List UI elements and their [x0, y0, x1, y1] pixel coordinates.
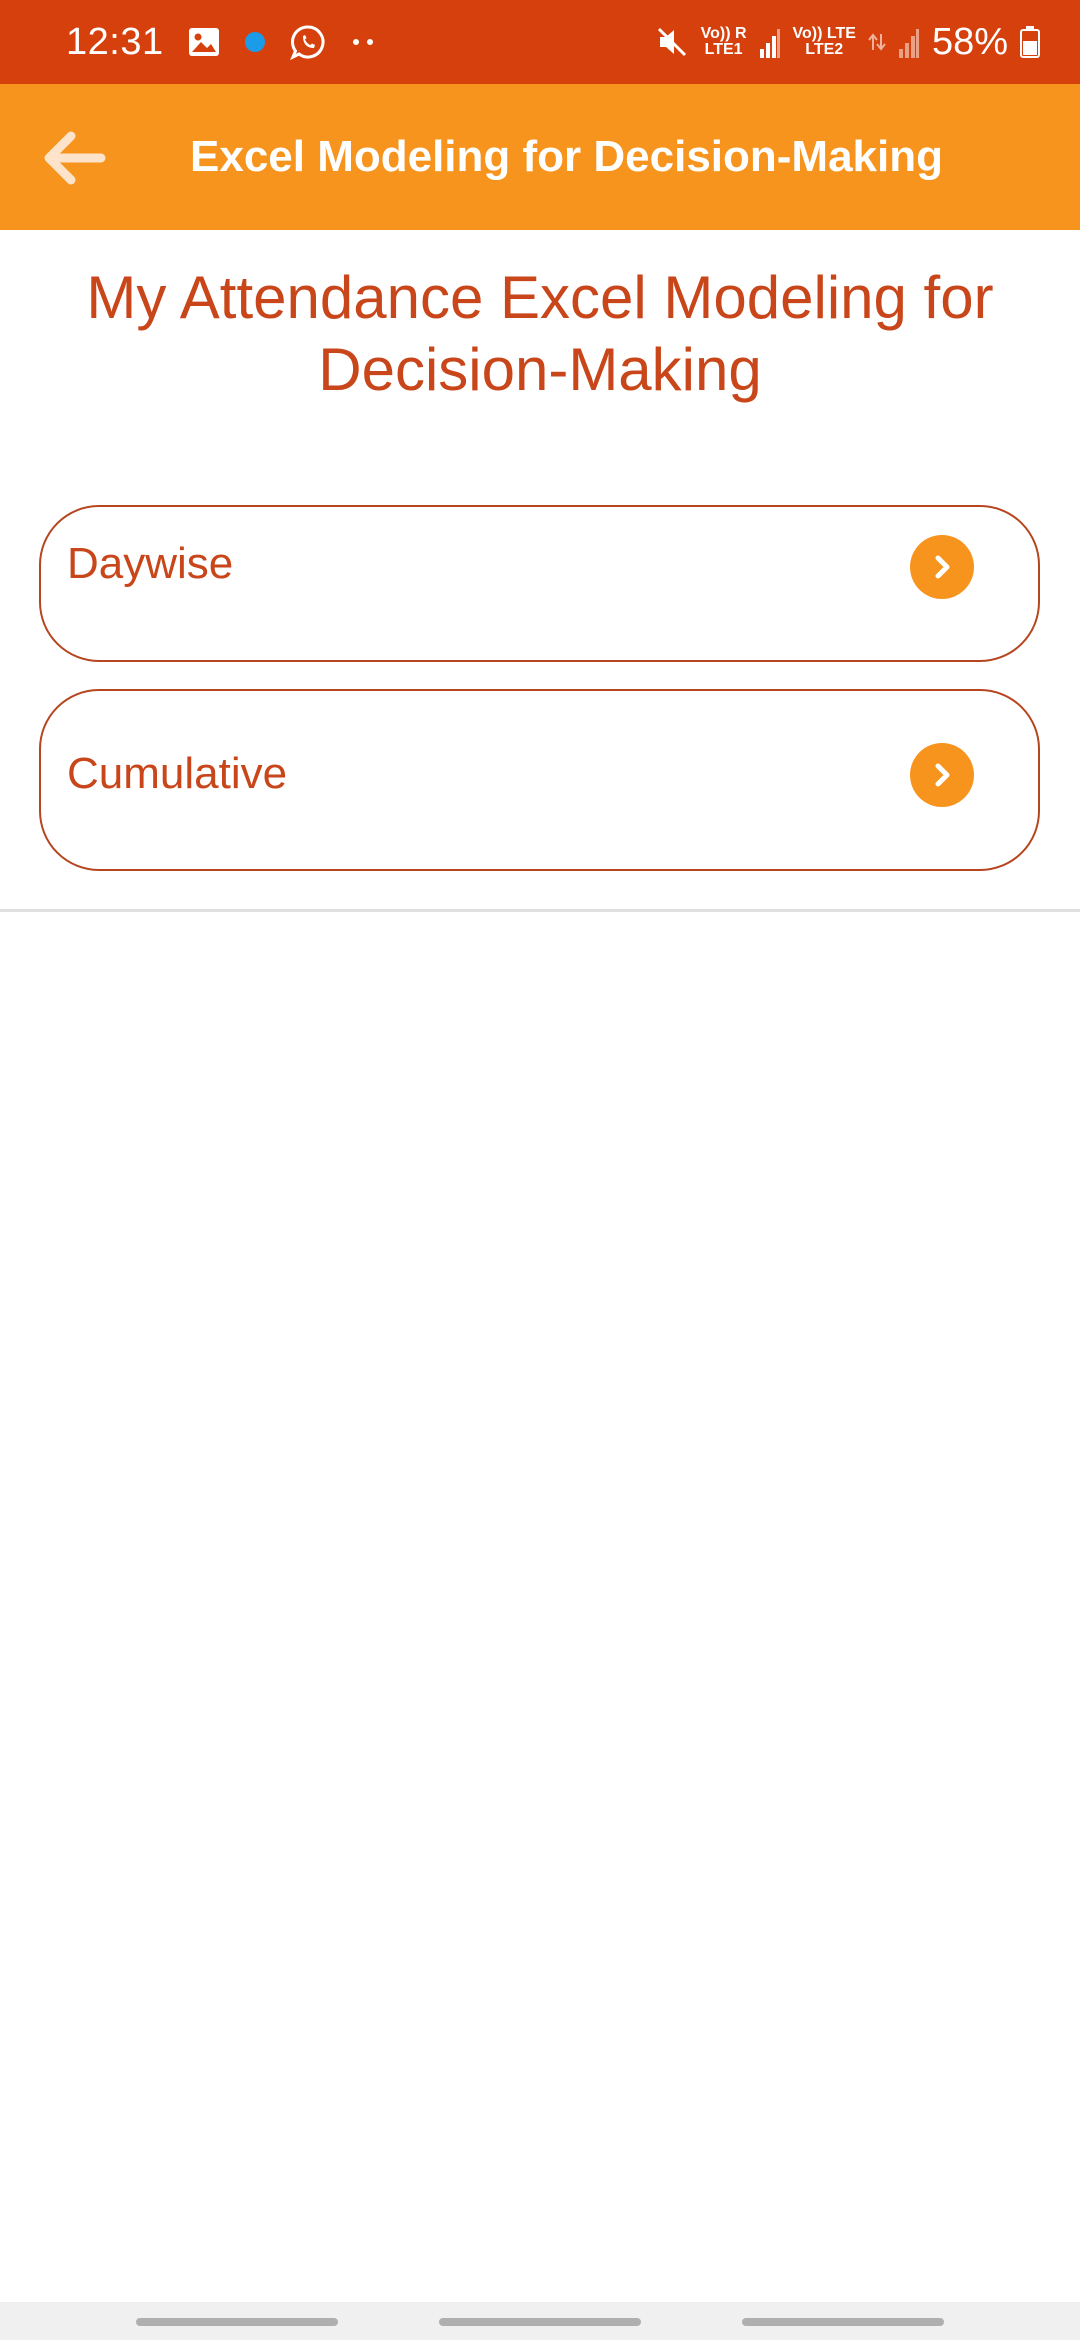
battery-icon [1020, 26, 1040, 58]
status-bar: 12:31 Vo)) R LTE1 Vo)) LTE LTE2 58% [0, 0, 1080, 84]
app-bar: Excel Modeling for Decision-Making [0, 84, 1080, 230]
status-left: 12:31 [66, 0, 376, 84]
sim2-top: Vo)) LTE [792, 25, 856, 42]
navigation-bar [0, 2302, 1080, 2340]
arrow-left-icon [41, 130, 107, 186]
section-divider [0, 909, 1080, 912]
whatsapp-icon [289, 24, 326, 60]
gallery-icon [188, 27, 220, 57]
signal-icon [759, 25, 781, 59]
cumulative-label: Cumulative [67, 749, 288, 798]
daywise-option[interactable]: Daywise [39, 505, 1040, 662]
sim1-label: Vo)) R LTE1 [701, 26, 747, 58]
signal-icon [898, 25, 920, 59]
more-dots-icon [350, 37, 376, 47]
mute-icon [655, 25, 689, 59]
daywise-label: Daywise [67, 539, 234, 588]
nav-recent-apps-button[interactable] [136, 2318, 338, 2326]
page-title: My Attendance Excel Modeling for Decisio… [86, 264, 994, 403]
sim2-label: Vo)) LTE LTE2 [793, 26, 856, 58]
back-button[interactable] [36, 120, 112, 196]
data-arrows-icon [868, 32, 886, 52]
sim2-bottom: LTE2 [805, 41, 844, 58]
chevron-right-circle-icon[interactable] [910, 535, 974, 599]
sim1-bottom: LTE1 [704, 41, 743, 58]
nav-home-button[interactable] [439, 2318, 641, 2326]
nav-back-button[interactable] [742, 2318, 944, 2326]
cumulative-option[interactable]: Cumulative [39, 689, 1040, 871]
status-time: 12:31 [66, 20, 164, 63]
sim1-top: Vo)) R [700, 25, 747, 42]
app-bar-title: Excel Modeling for Decision-Making [190, 132, 944, 181]
notification-dot-icon [244, 31, 266, 53]
status-right: Vo)) R LTE1 Vo)) LTE LTE2 58% [655, 0, 1040, 84]
battery-percentage: 58% [931, 20, 1008, 63]
chevron-right-circle-icon[interactable] [910, 743, 974, 807]
